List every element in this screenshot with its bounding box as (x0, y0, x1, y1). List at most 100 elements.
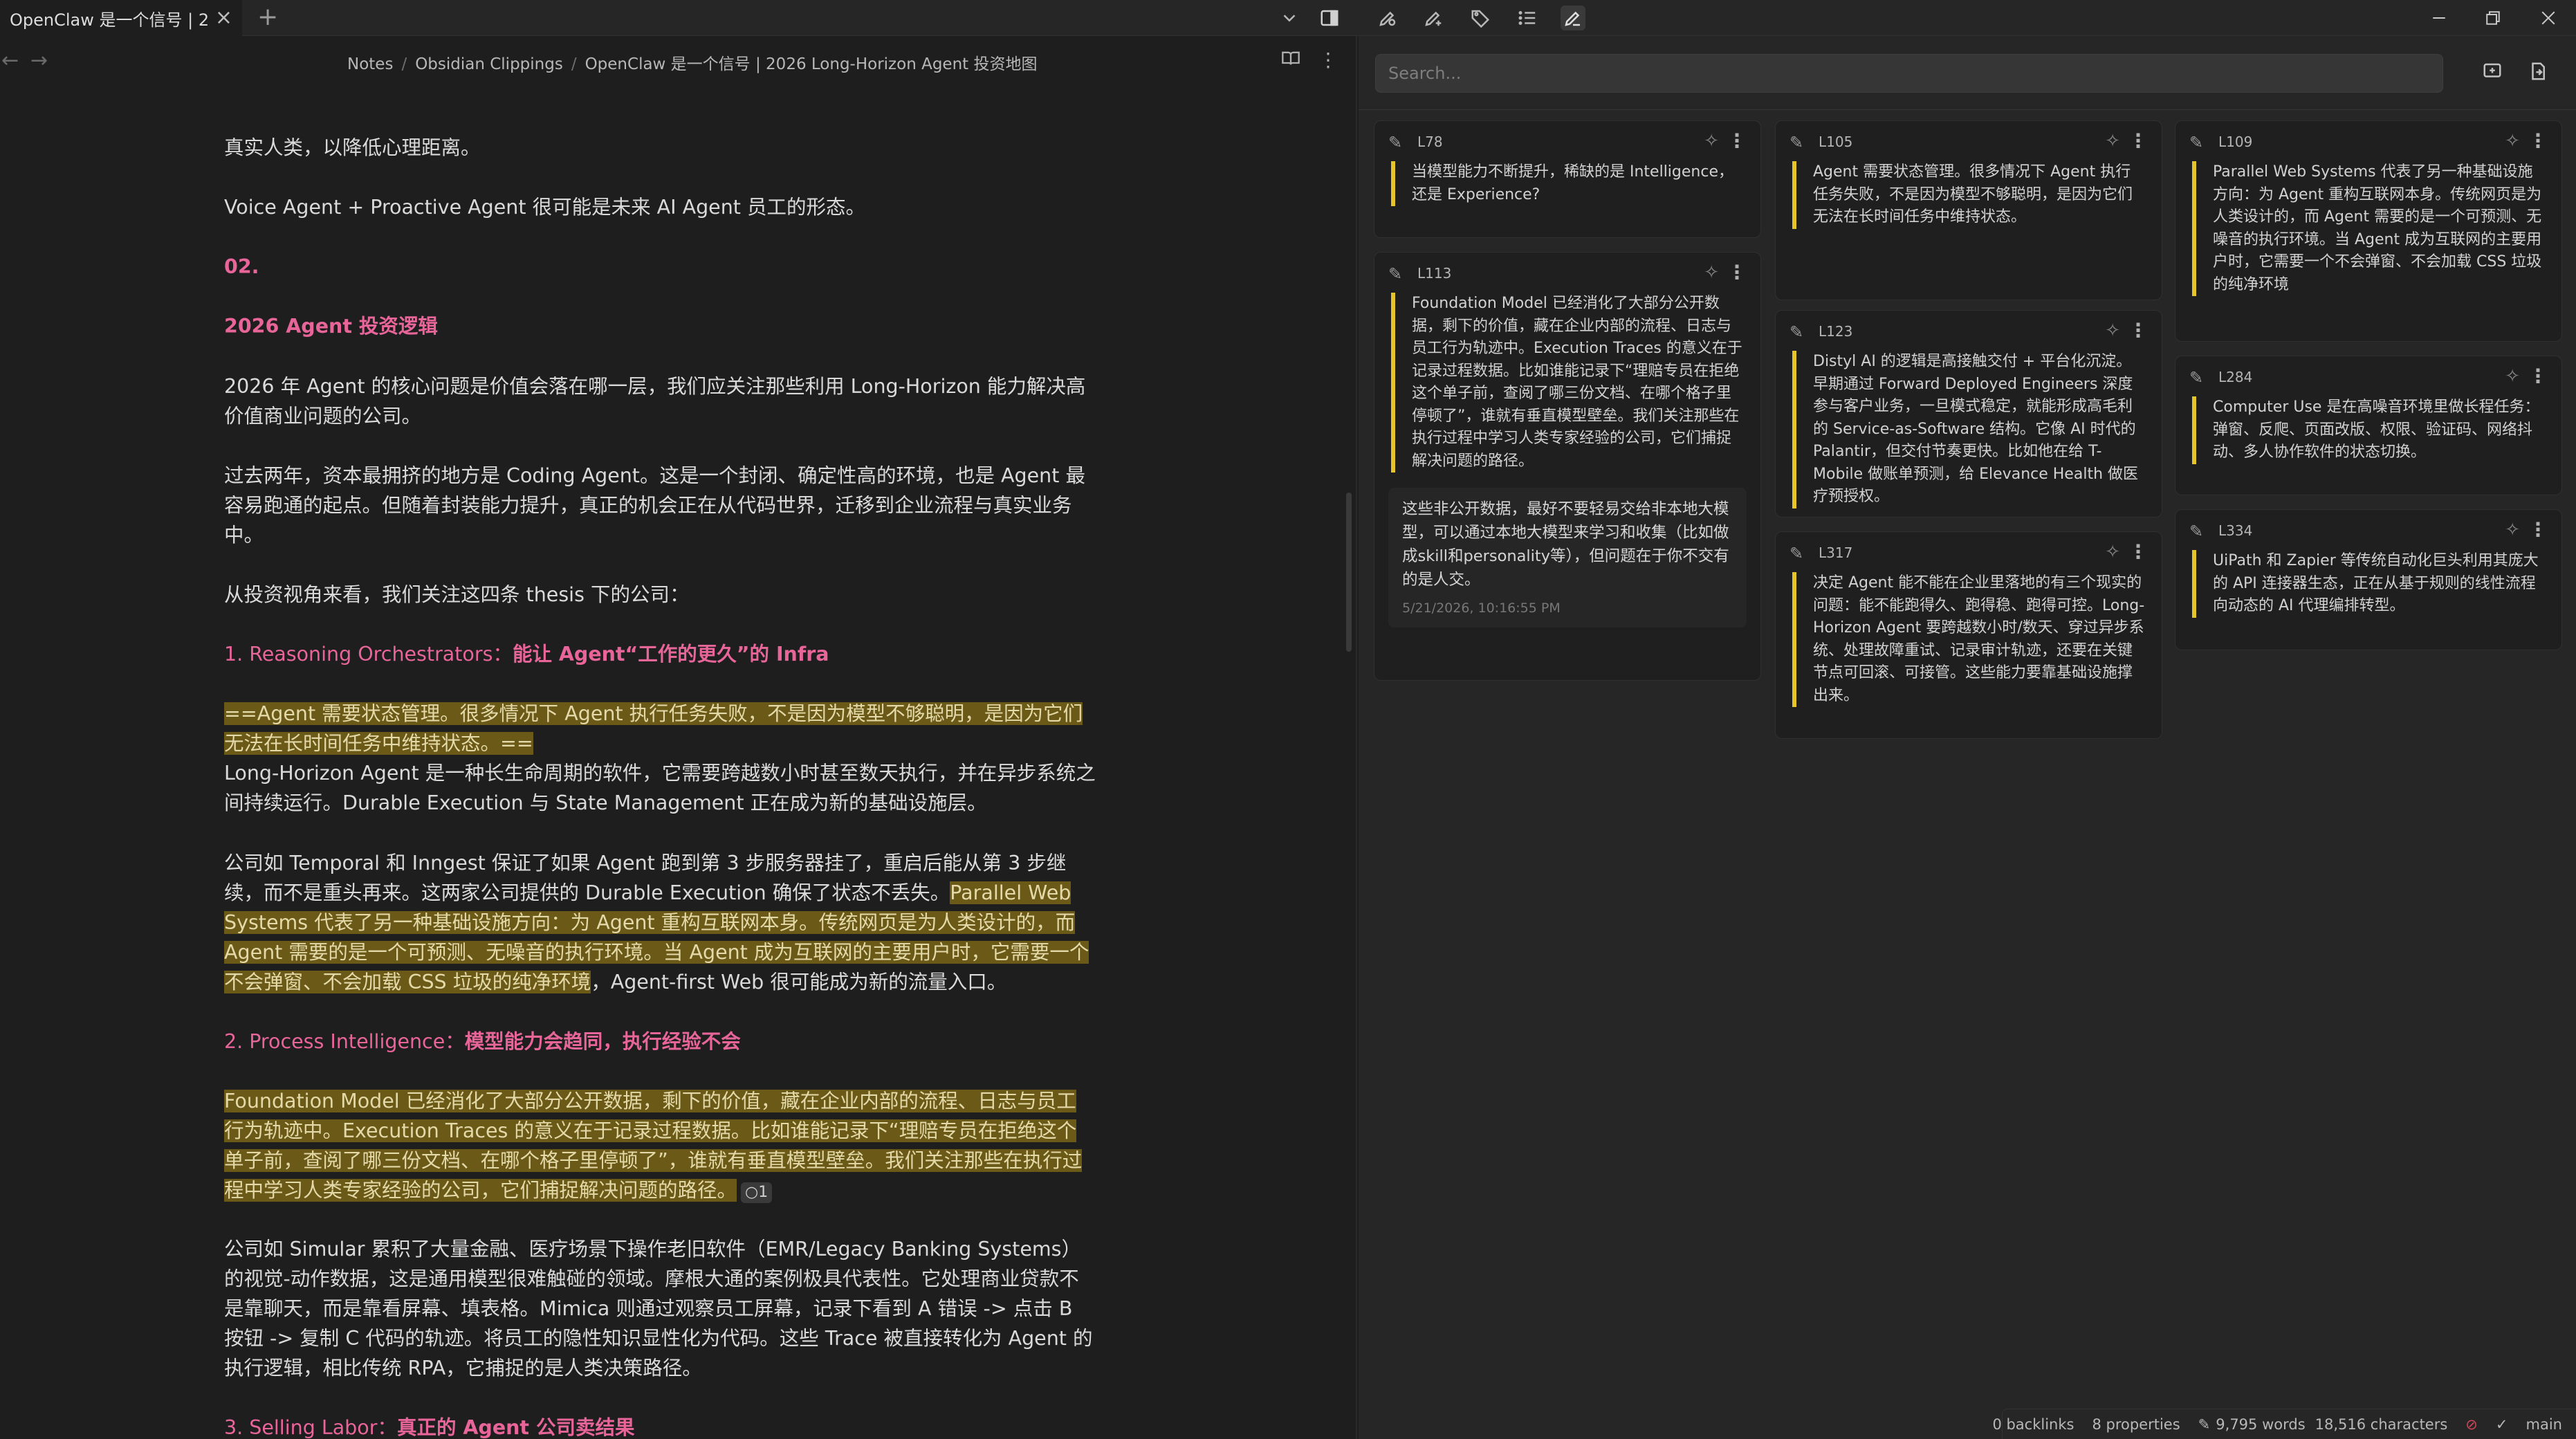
text-run: ，Agent-first Web 很可能成为新的流量入口。 (591, 971, 1007, 993)
breadcrumb-item[interactable]: OpenClaw 是一个信号 | 2026 Long-Horizon Agent… (585, 55, 1038, 73)
new-tab-icon[interactable]: + (257, 3, 278, 31)
highlight-search-icon[interactable] (1375, 6, 1400, 30)
card-text: Agent 需要状态管理。很多情况下 Agent 执行任务失败，不是因为模型不够… (1792, 161, 2145, 229)
edit-icon[interactable]: ✎ (2198, 1416, 2211, 1433)
more-options-icon[interactable]: ⋮ (2128, 540, 2148, 563)
pin-icon[interactable]: ✧ (2105, 320, 2120, 341)
backlinks-count[interactable]: 0 backlinks (1992, 1416, 2074, 1433)
more-options-icon[interactable]: ⋮ (1727, 261, 1747, 284)
properties-count[interactable]: 8 properties (2092, 1416, 2180, 1433)
highlighter-icon: ✎ (1790, 544, 1804, 563)
pin-icon[interactable]: ✧ (1704, 131, 1719, 152)
tab-title: OpenClaw 是一个信号 | 2... (10, 10, 208, 30)
list-icon[interactable] (1515, 6, 1540, 30)
scrollbar-thumb[interactable] (1346, 493, 1352, 652)
highlight-card[interactable]: ✎ L123 ✧ ⋮ Distyl AI 的逻辑是高接触交付 + 平台化沉淀。早… (1775, 310, 2162, 517)
subheading: 3. Selling Labor：真正的 Agent 公司卖结果 (224, 1413, 1096, 1439)
search-input[interactable] (1376, 55, 2442, 92)
export-icon[interactable] (2528, 61, 2548, 87)
comment-timestamp: 5/21/2026, 10:16:55 PM (1402, 601, 1561, 616)
highlighted-paragraph[interactable]: ==Agent 需要状态管理。很多情况下 Agent 执行任务失败，不是因为模型… (224, 699, 1096, 758)
minimize-icon[interactable] (2427, 6, 2451, 30)
sync-error-icon[interactable]: ⊘ (2465, 1416, 2478, 1433)
paragraph: Voice Agent + Proactive Agent 很可能是未来 AI … (224, 196, 866, 219)
check-icon[interactable]: ✓ (2496, 1416, 2508, 1433)
subheading: 1. Reasoning Orchestrators：能让 Agent“工作的更… (224, 639, 1096, 669)
highlight-card[interactable]: ✎ L284 ✧ ⋮ Computer Use 是在高噪音环境里做长程任务：弹窗… (2175, 356, 2562, 495)
search-field[interactable] (1375, 54, 2443, 93)
highlight-card[interactable]: ✎ L109 ✧ ⋮ Parallel Web Systems 代表了另一种基础… (2175, 120, 2562, 342)
subheading-title: 真正的 Agent 公司卖结果 (396, 1416, 635, 1439)
add-comment-icon[interactable] (2482, 61, 2503, 87)
chevron-down-icon[interactable] (1277, 6, 1302, 30)
highlight-card[interactable]: ✎ L105 ✧ ⋮ Agent 需要状态管理。很多情况下 Agent 执行任务… (1775, 120, 2162, 300)
subheading-title: 模型能力会趋同，执行经验不会 (464, 1030, 741, 1053)
card-line-label: L334 (2218, 522, 2253, 539)
editor-nav-row: ← → Notes / Obsidian Clippings / OpenClaw 是一… (0, 36, 1356, 89)
highlight-card[interactable]: ✎ L334 ✧ ⋮ UiPath 和 Zapier 等传统自动化巨头利用其庞大… (2175, 509, 2562, 650)
divider (1359, 109, 2576, 110)
highlight-card[interactable]: ✎ L78 ✧ ⋮ 当模型能力不断提升，稀缺的是 Intelligence，还是… (1374, 120, 1761, 238)
comment-icon: ○ (745, 1184, 759, 1201)
highlighted-paragraph[interactable]: Foundation Model 已经消化了大部分公开数据，剩下的价值，藏在企业… (224, 1086, 1096, 1205)
more-options-icon[interactable]: ⋮ (2528, 129, 2548, 152)
subheading-prefix: 2. Process Intelligence： (224, 1030, 465, 1053)
tag-icon[interactable] (1468, 6, 1493, 30)
pin-icon[interactable]: ✧ (2505, 520, 2520, 540)
back-arrow-icon[interactable]: ← (1, 48, 19, 73)
comment-box[interactable]: 这些非公开数据，最好不要轻易交给非本地大模型，可以通过本地大模型来学习和收集（比… (1388, 488, 1747, 627)
sidebar-toggle-icon[interactable] (1317, 6, 1342, 30)
highlight[interactable]: Foundation Model 已经消化了大部分公开数据，剩下的价值，藏在企业… (224, 1090, 1083, 1202)
paragraph: Long-Horizon Agent 是一种长生命周期的软件，它需要跨越数小时甚… (224, 762, 1096, 814)
subheading-prefix: 1. Reasoning Orchestrators： (224, 643, 513, 666)
breadcrumb-item[interactable]: Notes (347, 55, 393, 73)
pin-icon[interactable]: ✧ (2505, 366, 2520, 387)
more-options-icon[interactable]: ⋮ (2528, 518, 2548, 541)
subheading-prefix: 3. Selling Labor： (224, 1416, 397, 1439)
more-options-icon[interactable]: ⋮ (1727, 129, 1747, 152)
card-line-label: L317 (1819, 544, 1853, 561)
breadcrumb-item[interactable]: Obsidian Clippings (415, 55, 563, 73)
pin-icon[interactable]: ✧ (2105, 542, 2120, 562)
card-line-label: L78 (1417, 134, 1443, 150)
close-icon[interactable]: × (215, 8, 232, 28)
more-options-icon[interactable]: ⋮ (2128, 319, 2148, 342)
word-count: 9,795 words (2216, 1415, 2306, 1433)
paragraph: 2026 年 Agent 的核心问题是价值会落在哪一层，我们应关注那些利用 Lo… (224, 375, 1086, 428)
pin-icon[interactable]: ✧ (2505, 131, 2520, 152)
section-number: 02. (224, 255, 259, 278)
card-text: 当模型能力不断提升，稀缺的是 Intelligence，还是 Experienc… (1391, 161, 1744, 206)
more-options-icon[interactable]: ⋮ (2528, 365, 2548, 387)
comment-text: 这些非公开数据，最好不要轻易交给非本地大模型，可以通过本地大模型来学习和收集（比… (1402, 500, 1729, 589)
forward-arrow-icon[interactable]: → (30, 48, 48, 73)
highlight-card[interactable]: ✎ L317 ✧ ⋮ 决定 Agent 能不能在企业里落地的有三个现实的问题：能… (1775, 531, 2162, 739)
comment-badge[interactable]: ○1 (741, 1182, 773, 1203)
paragraph: 公司如 Simular 累积了大量金融、医疗场景下操作老旧软件（EMR/Lega… (224, 1238, 1093, 1380)
window-close-icon[interactable] (2536, 6, 2561, 30)
card-text: Computer Use 是在高噪音环境里做长程任务：弹窗、反爬、页面改版、权限… (2192, 396, 2545, 464)
subheading: 2. Process Intelligence：模型能力会趋同，执行经验不会 (224, 1027, 1096, 1056)
more-options-icon[interactable]: ⋮ (2128, 129, 2148, 152)
card-line-label: L105 (1819, 134, 1853, 150)
text-run: 公司如 Temporal 和 Inngest 保证了如果 Agent 跑到第 3… (224, 852, 1067, 904)
reading-view-icon[interactable] (1281, 48, 1300, 73)
card-text: Parallel Web Systems 代表了另一种基础设施方向：为 Agen… (2192, 161, 2545, 296)
highlight[interactable]: ==Agent 需要状态管理。很多情况下 Agent 执行任务失败，不是因为模型… (224, 702, 1083, 755)
pin-icon[interactable]: ✧ (2105, 131, 2120, 152)
tab-active[interactable]: OpenClaw 是一个信号 | 2... × (0, 0, 242, 36)
highlighter-icon[interactable] (1561, 6, 1585, 30)
git-branch[interactable]: main (2526, 1416, 2562, 1433)
paragraph: 公司如 Temporal 和 Inngest 保证了如果 Agent 跑到第 3… (224, 848, 1096, 997)
highlight-add-icon[interactable] (1421, 6, 1446, 30)
section-heading: 2026 Agent 投资逻辑 (224, 315, 438, 338)
card-text: Foundation Model 已经消化了大部分公开数据，剩下的价值，藏在企业… (1391, 293, 1744, 473)
more-options-icon[interactable]: ⋮ (1318, 48, 1338, 71)
highlighter-icon: ✎ (2189, 368, 2204, 387)
pin-icon[interactable]: ✧ (1704, 262, 1719, 283)
highlight-card[interactable]: ✎ L113 ✧ ⋮ Foundation Model 已经消化了大部分公开数据… (1374, 252, 1761, 681)
card-text: Distyl AI 的逻辑是高接触交付 + 平台化沉淀。早期通过 Forward… (1792, 351, 2145, 508)
restore-icon[interactable] (2481, 6, 2505, 30)
paragraph: 过去两年，资本最拥挤的地方是 Coding Agent。这是一个封闭、确定性高的… (224, 464, 1085, 547)
card-line-label: L123 (1819, 323, 1853, 340)
paragraph: 从投资视角来看，我们关注这四条 thesis 下的公司： (224, 583, 690, 606)
